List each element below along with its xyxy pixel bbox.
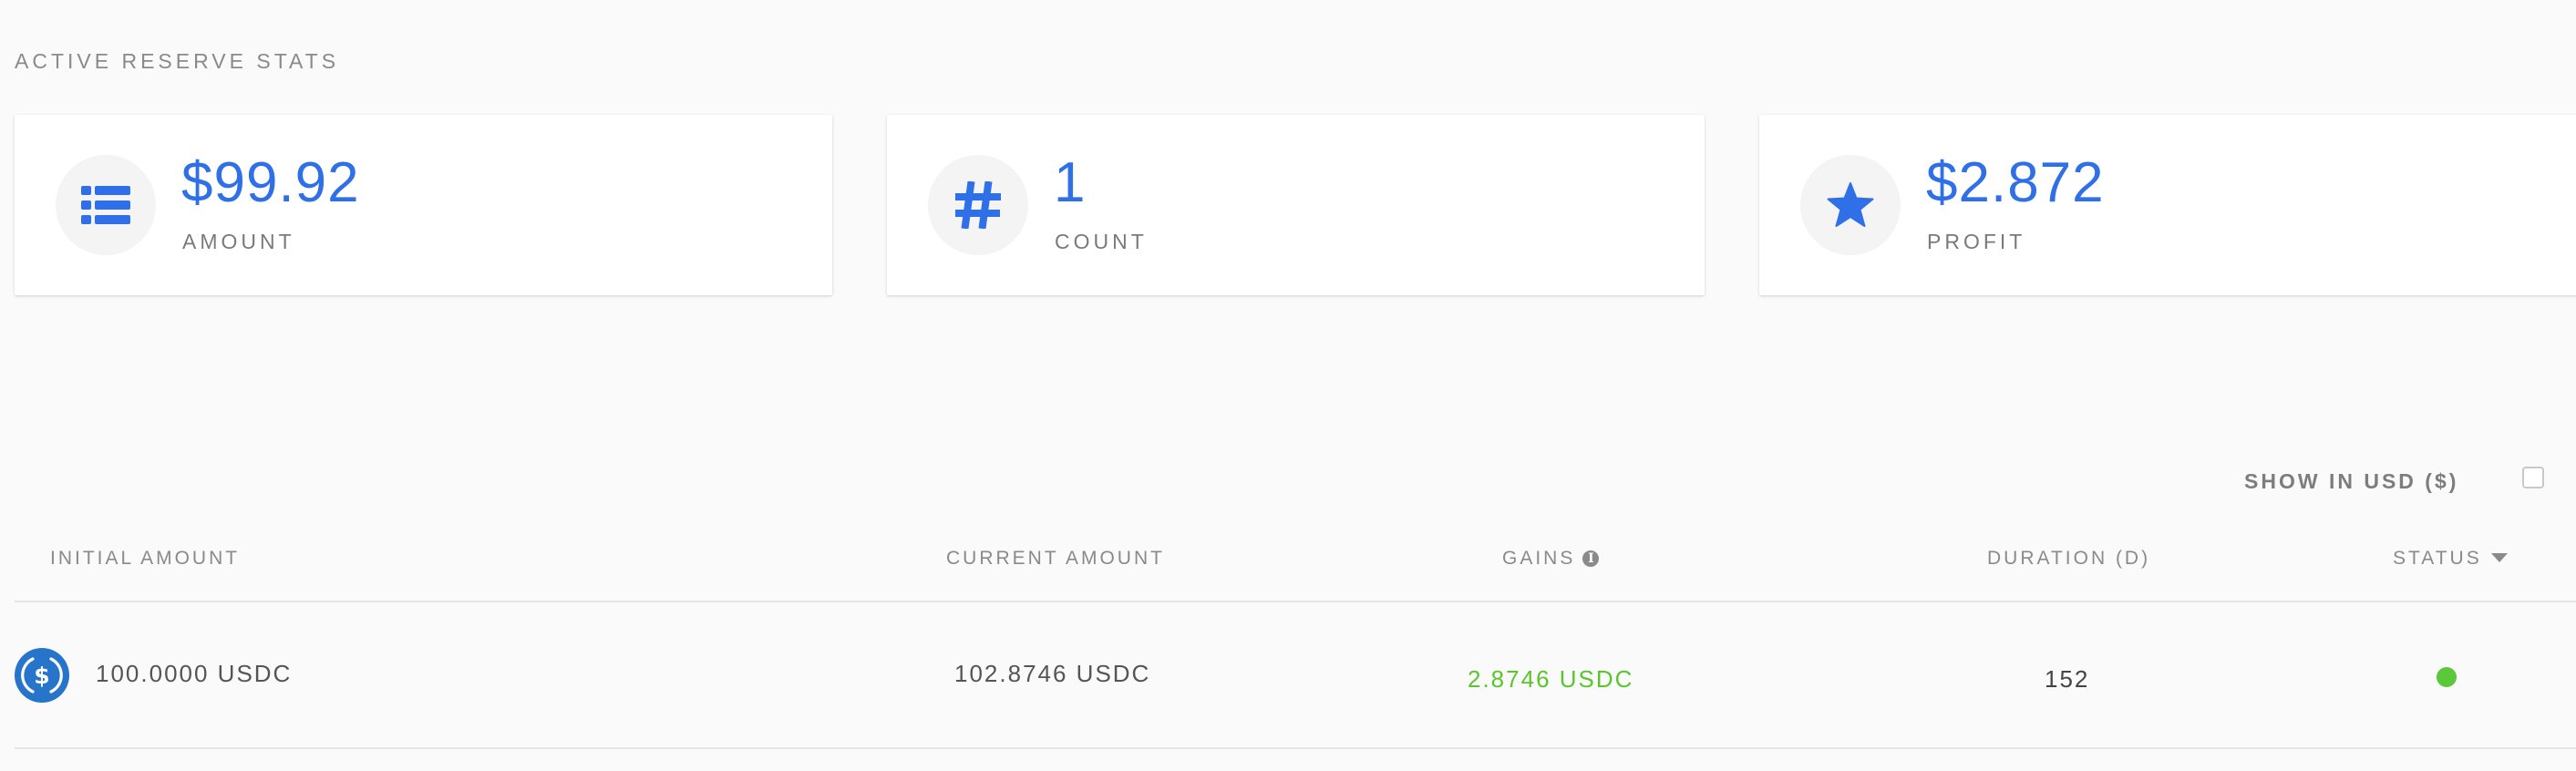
header-initial-amount-label: INITIAL AMOUNT bbox=[50, 548, 241, 569]
count-label: COUNT bbox=[1055, 230, 1148, 253]
star-icon bbox=[1800, 155, 1901, 255]
header-status[interactable]: STATUS bbox=[2393, 548, 2508, 570]
header-duration[interactable]: DURATION (D) bbox=[1987, 548, 2150, 570]
count-card: 1 COUNT bbox=[887, 115, 1705, 295]
show-in-usd-label: SHOW IN USD ($) bbox=[2244, 469, 2459, 493]
show-in-usd-checkbox[interactable] bbox=[2522, 467, 2544, 488]
amount-value: $99.92 bbox=[181, 151, 360, 214]
row-divider bbox=[15, 747, 2576, 749]
cell-duration: 152 bbox=[2045, 665, 2090, 693]
reserve-stats-page: ACTIVE RESERVE STATS $99.92 AMOUNT 1 COU… bbox=[0, 0, 2576, 771]
profit-label: PROFIT bbox=[1927, 230, 2026, 253]
caret-down-icon[interactable] bbox=[2490, 553, 2508, 562]
header-status-label: STATUS bbox=[2393, 548, 2482, 569]
cell-gains: 2.8746 USDC bbox=[1468, 665, 1634, 693]
section-title: ACTIVE RESERVE STATS bbox=[15, 49, 340, 73]
header-gains[interactable]: GAINS i bbox=[1502, 548, 1600, 570]
list-icon bbox=[56, 155, 156, 255]
header-current-amount-label: CURRENT AMOUNT bbox=[946, 548, 1165, 569]
header-gains-label: GAINS bbox=[1502, 548, 1576, 569]
header-initial-amount[interactable]: INITIAL AMOUNT bbox=[50, 548, 240, 570]
profit-value: $2.872 bbox=[1926, 151, 2105, 214]
svg-text:$: $ bbox=[34, 663, 49, 689]
profit-card: $2.872 PROFIT bbox=[1759, 115, 2576, 295]
status-active-indicator bbox=[2437, 667, 2457, 687]
hash-icon bbox=[928, 155, 1028, 255]
info-icon[interactable]: i bbox=[1582, 550, 1600, 567]
header-duration-label: DURATION (D) bbox=[1987, 548, 2151, 569]
header-divider bbox=[15, 601, 2576, 602]
amount-card: $99.92 AMOUNT bbox=[15, 115, 832, 295]
usdc-icon: $ bbox=[15, 648, 69, 703]
count-value: 1 bbox=[1054, 151, 1087, 214]
header-current-amount[interactable]: CURRENT AMOUNT bbox=[946, 548, 1165, 570]
cell-initial-amount: 100.0000 USDC bbox=[96, 660, 293, 687]
amount-label: AMOUNT bbox=[182, 230, 295, 253]
cell-current-amount: 102.8746 USDC bbox=[954, 660, 1151, 687]
